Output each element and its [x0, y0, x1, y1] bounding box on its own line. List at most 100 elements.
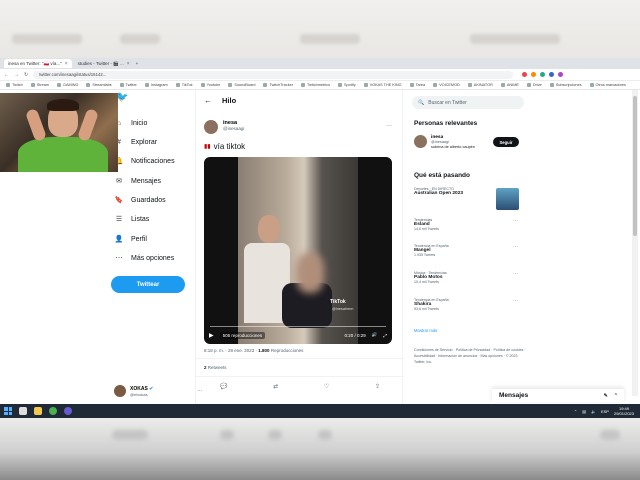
forward-icon[interactable]: → — [14, 72, 19, 78]
nav-item-home[interactable]: ⌂ Inicio — [115, 119, 147, 127]
url-field[interactable]: twitter.com/inesaagi/status/16142... — [33, 70, 514, 79]
nav-item-bookmarks[interactable]: 🔖 Guardados — [115, 196, 166, 205]
more-circle-icon: ⋯ — [115, 255, 123, 262]
tab-label: studies - Twitter - 🎬 ... — [77, 60, 124, 66]
tab-label: inesa en Twitter: "🇵🇱 vía..." — [8, 60, 62, 66]
more-icon[interactable]: ··· — [513, 298, 518, 304]
clock[interactable]: 19:49 29/01/2023 — [614, 406, 634, 416]
browser-tabbar: inesa en Twitter: "🇵🇱 vía..." × studies … — [0, 58, 640, 69]
bookmark-item[interactable]: Streamlabs — [86, 83, 112, 87]
trend-item[interactable]: Música · Tendencias Pablo Motos 10,4 mil… — [414, 271, 522, 284]
footer-links[interactable]: Condiciones de Servicio · Política de Pr… — [414, 347, 526, 365]
more-icon[interactable]: ··· — [513, 218, 518, 224]
bookmark-item[interactable]: Subscripciones — [549, 83, 582, 87]
trend-item[interactable]: Tendencia en España Mangel 1.935 Tweets … — [414, 244, 522, 257]
more-icon[interactable]: ··· — [513, 271, 518, 277]
like-icon[interactable]: ♡ — [324, 383, 329, 390]
discord-icon[interactable] — [64, 407, 72, 415]
bookmark-item[interactable]: Spotify — [337, 83, 356, 87]
bookmark-item[interactable]: Tarea — [409, 83, 425, 87]
blur-bar — [12, 34, 82, 44]
bookmark-item[interactable]: AKINATOR — [467, 83, 493, 87]
extension-icon[interactable] — [558, 72, 564, 77]
volume-icon[interactable]: 🔊 — [372, 332, 378, 338]
extension-icon[interactable] — [540, 72, 546, 77]
bookmark-item[interactable]: Twitter — [119, 83, 137, 87]
bookmark-item[interactable]: Otros marcadores — [589, 83, 626, 87]
bookmark-item[interactable]: VOKAS THE KING — [363, 83, 402, 87]
back-arrow-icon[interactable]: ← — [204, 96, 212, 105]
bookmark-item[interactable]: Drive — [526, 83, 542, 87]
chevron-up-icon[interactable]: ⌃ — [574, 409, 577, 414]
retweet-count[interactable]: 2 Retweets — [204, 365, 227, 370]
tweet-button[interactable]: Twittear — [111, 276, 185, 293]
blur-blob — [220, 430, 234, 440]
reload-icon[interactable]: ↻ — [24, 72, 28, 78]
reply-icon[interactable]: 💬 — [220, 383, 227, 390]
folder-icon[interactable] — [34, 407, 42, 415]
scrollbar[interactable] — [632, 90, 638, 396]
bookmark-item[interactable]: VOICEMOD — [433, 83, 460, 87]
close-icon[interactable]: × — [65, 61, 68, 67]
more-icon[interactable]: ··· — [513, 244, 518, 250]
bookmark-item[interactable]: GAMING — [57, 83, 78, 87]
volume-icon[interactable]: 🔈 — [591, 409, 596, 414]
network-icon[interactable]: ▤ — [582, 409, 586, 414]
trend-item[interactable]: Tendencia en España Shakira 93,6 mil Twe… — [414, 298, 522, 311]
compose-message-icon[interactable]: ✎ — [604, 393, 608, 399]
nav-item-notifications[interactable]: 🔔 Notificaciones — [115, 157, 175, 166]
blur-bar — [300, 34, 360, 44]
bookmark-item[interactable]: TwitchTracker — [263, 83, 293, 87]
extension-icon[interactable] — [531, 72, 537, 77]
browser-tab[interactable]: studies - Twitter - 🎬 ... × — [74, 59, 134, 68]
browser-tab[interactable]: inesa en Twitter: "🇵🇱 vía..." × — [4, 59, 72, 68]
play-icon[interactable]: ▶ — [209, 332, 214, 339]
retweet-icon[interactable]: ⇄ — [273, 383, 278, 390]
language-indicator[interactable]: ESP — [601, 409, 609, 414]
fullscreen-icon[interactable]: ⤢ — [383, 333, 387, 338]
back-icon[interactable]: ← — [4, 72, 9, 78]
nav-item-messages[interactable]: ✉ Mensajes — [115, 177, 161, 186]
nav-item-lists[interactable]: ☰ Listas — [115, 215, 149, 224]
extension-icon[interactable] — [522, 72, 528, 77]
divider — [196, 358, 404, 359]
avatar — [114, 385, 126, 397]
new-tab-icon[interactable]: + — [136, 61, 139, 66]
messages-drawer[interactable]: Mensajes ✎ ⌃ — [492, 388, 624, 402]
extension-icon[interactable] — [549, 72, 555, 77]
divider — [196, 376, 404, 377]
search-input[interactable]: 🔍 Buscar en Twitter — [412, 96, 524, 109]
windows-start-icon[interactable] — [4, 407, 12, 415]
follow-button[interactable]: Seguir — [493, 137, 519, 147]
scrollbar-thumb[interactable] — [633, 96, 637, 236]
bookmark-item[interactable]: Stream — [30, 83, 49, 87]
search-icon[interactable] — [19, 407, 27, 415]
bookmark-item[interactable]: Youtube — [200, 83, 220, 87]
bookmark-item[interactable]: SoundBoard — [228, 83, 255, 87]
bookmark-item[interactable]: Twitch — [6, 83, 23, 87]
blur-blob — [112, 430, 148, 440]
nav-item-explore[interactable]: # Explorar — [115, 138, 157, 146]
more-icon[interactable]: ··· — [386, 123, 392, 129]
avatar — [204, 120, 218, 134]
account-switcher[interactable]: XOKAS ✔ @elxokas ··· — [114, 385, 202, 397]
nav-item-profile[interactable]: 👤 Perfil — [114, 235, 147, 244]
trend-item[interactable]: Tendencias Esland 14,6 mil Tweets ··· — [414, 218, 522, 231]
close-icon[interactable]: × — [127, 61, 130, 67]
relevant-person[interactable]: inesa @inesaagi sobrina de alberto caupé… — [414, 135, 475, 149]
chrome-icon[interactable] — [49, 407, 57, 415]
page-title: Hilo — [222, 96, 237, 105]
bookmark-item[interactable]: TikTok — [175, 83, 193, 87]
tweet-author[interactable]: inesa @inesaagi — [204, 120, 244, 134]
share-icon[interactable]: ⇪ — [375, 383, 380, 390]
show-more-link[interactable]: Mostrar más — [414, 328, 437, 333]
nav-item-more[interactable]: ⋯ Más opciones — [115, 254, 175, 263]
bookmark-item[interactable]: ANIME — [500, 83, 519, 87]
bookmark-item[interactable]: Twitchmetrics — [300, 83, 330, 87]
video-player[interactable]: TikTok @inesahmm ▶ 505 reproducciones 0:… — [204, 157, 392, 344]
person-icon: 👤 — [114, 236, 124, 243]
messages-label: Mensajes — [499, 392, 529, 399]
bookmark-item[interactable]: Instagram — [144, 83, 168, 87]
chevron-up-icon[interactable]: ⌃ — [614, 393, 618, 399]
frame-top-blur — [0, 0, 640, 58]
